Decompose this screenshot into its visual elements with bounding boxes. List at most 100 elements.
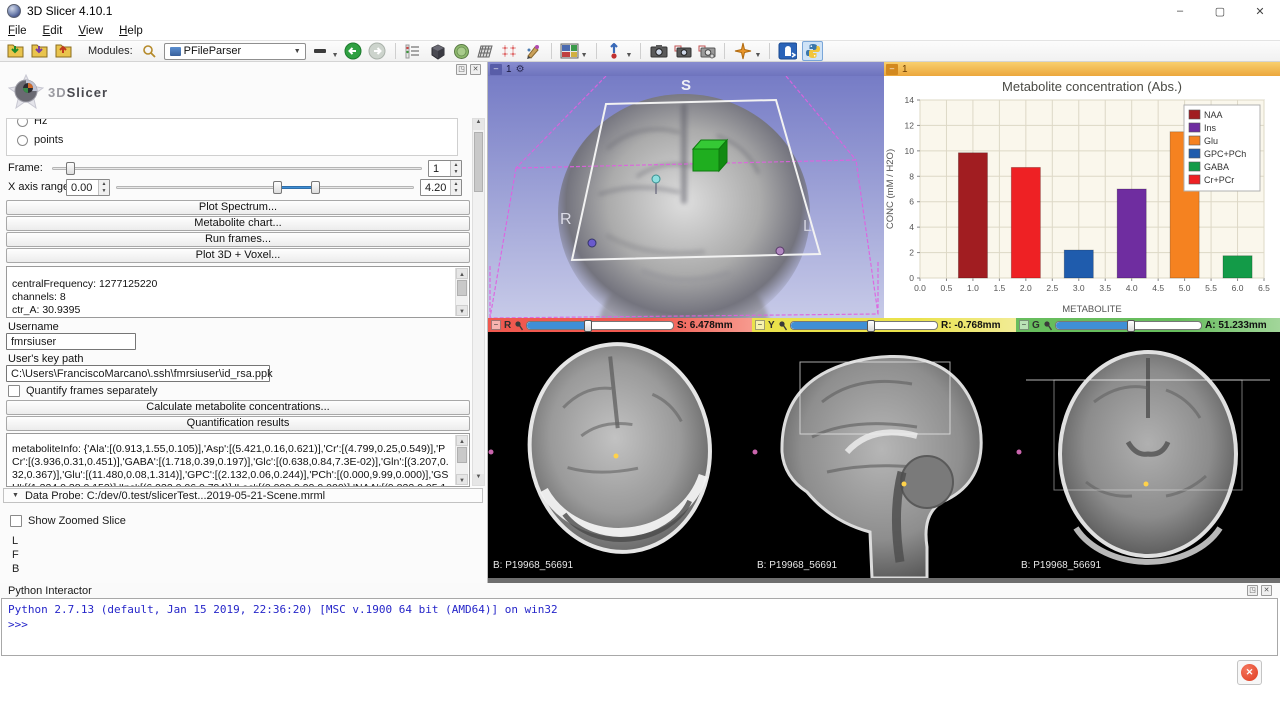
menu-edit[interactable]: Edit [43, 25, 63, 37]
spin-down-icon[interactable]: ▼ [451, 169, 461, 177]
extensions-manager-icon[interactable] [778, 42, 797, 60]
collapse-button[interactable]: ‒ [1019, 320, 1029, 330]
metabolite-info-textarea[interactable]: metaboliteInfo: {'Ala':[(0.913,1.55,0.10… [6, 433, 470, 487]
menu-help[interactable]: Help [119, 25, 143, 37]
viewers-toolbar-icon[interactable] [605, 42, 624, 60]
volumes-module-icon[interactable] [428, 42, 447, 60]
header-info-textarea[interactable]: centralFrequency: 1277125220 channels: 8… [6, 266, 470, 318]
save-icon[interactable] [54, 42, 73, 60]
minimize-button[interactable]: – [1160, 0, 1200, 22]
scroll-thumb[interactable] [474, 132, 483, 192]
quantification-results-button[interactable]: Quantification results [6, 416, 470, 431]
load-data-icon[interactable] [6, 42, 25, 60]
frame-slider[interactable] [52, 161, 422, 175]
crosshair-icon[interactable] [733, 42, 752, 60]
slice-image-axial[interactable] [488, 332, 752, 578]
frame-spinbox[interactable]: 1 ▲▼ [428, 160, 462, 177]
radio-points[interactable]: points [7, 129, 457, 148]
menu-view[interactable]: View [78, 25, 103, 37]
scroll-down-icon[interactable]: ▼ [456, 474, 468, 485]
history-back-icon[interactable] [344, 42, 363, 60]
menu-file[interactable]: File [8, 25, 27, 37]
pushpin-icon[interactable] [514, 320, 523, 331]
python-float-icon[interactable]: ◳ [1247, 585, 1258, 596]
python-interactor-label: Python Interactor [8, 585, 92, 597]
python-console[interactable]: Python 2.7.13 (default, Jan 15 2019, 22:… [1, 598, 1278, 656]
pushpin-icon[interactable] [778, 320, 787, 331]
slice-image-coronal[interactable] [1016, 332, 1280, 578]
module-search-icon[interactable] [140, 42, 159, 60]
chevron-down-icon[interactable]: ▼ [332, 52, 339, 61]
metabolite-chart-button[interactable]: Metabolite chart... [6, 216, 470, 231]
python-close-icon[interactable]: ✕ [1261, 585, 1272, 596]
module-panel-toggle-icon[interactable] [311, 42, 330, 60]
data-probe-header[interactable]: ▼ Data Probe: C:/dev/0.test/slicerTest..… [3, 488, 483, 503]
chevron-down-icon[interactable]: ▼ [581, 52, 588, 61]
chevron-down-icon[interactable]: ▼ [754, 52, 761, 61]
screenshot-icon[interactable] [649, 42, 668, 60]
slice-image-sagittal[interactable] [752, 332, 1016, 578]
main-toolbar: Modules: PFileParser ▼ ▼ [0, 40, 1280, 62]
slice-offset-slider[interactable] [790, 321, 938, 330]
x-range-slider[interactable] [116, 180, 414, 194]
show-zoomed-slice-checkbox[interactable]: Show Zoomed Slice [10, 515, 126, 527]
collapse-button[interactable]: ‒ [491, 320, 501, 330]
scroll-up-icon[interactable]: ▲ [456, 435, 468, 446]
view3d-canvas[interactable]: S R L [488, 76, 884, 318]
close-button[interactable]: ✕ [1240, 0, 1280, 22]
module-history-icon[interactable] [404, 42, 423, 60]
quantify-frames-checkbox[interactable]: Quantify frames separately [8, 385, 157, 397]
scrollbar[interactable]: ▲ ▼ [455, 268, 468, 316]
spin-down-icon[interactable]: ▼ [451, 188, 461, 196]
layout-selector-icon[interactable] [560, 42, 579, 60]
slice-offset-slider[interactable] [1055, 321, 1202, 330]
spin-down-icon[interactable]: ▼ [99, 188, 109, 196]
history-forward-icon[interactable] [368, 42, 387, 60]
scene-view-icon[interactable] [673, 42, 692, 60]
models-module-icon[interactable] [452, 42, 471, 60]
scroll-down-icon[interactable]: ▼ [456, 305, 468, 316]
scroll-thumb[interactable] [457, 280, 467, 296]
panel-float-icon[interactable]: ◳ [456, 64, 467, 75]
scrollbar[interactable]: ▲ ▼ [455, 435, 468, 485]
python-console-close-button[interactable]: ✕ [1237, 660, 1262, 685]
maximize-button[interactable]: ▢ [1200, 0, 1240, 22]
run-frames-button[interactable]: Run frames... [6, 232, 470, 247]
spin-up-icon[interactable]: ▲ [451, 180, 461, 188]
panel-scrollbar[interactable]: ▲ ▼ [472, 118, 485, 486]
slice-offset-slider[interactable] [526, 321, 674, 330]
load-dicom-icon[interactable] [30, 42, 49, 60]
spin-up-icon[interactable]: ▲ [451, 161, 461, 169]
gear-icon[interactable]: ⚙ [516, 64, 525, 75]
probe-axis-f: F [12, 549, 19, 561]
panel-close-icon[interactable]: ✕ [470, 64, 481, 75]
plot-3d-voxel-button[interactable]: Plot 3D + Voxel... [6, 248, 470, 263]
calculate-concentrations-button[interactable]: Calculate metabolite concentrations... [6, 400, 470, 415]
python-console-button[interactable] [802, 41, 823, 61]
scroll-up-icon[interactable]: ▲ [473, 119, 484, 130]
plot-spectrum-button[interactable]: Plot Spectrum... [6, 200, 470, 215]
x-max-spinbox[interactable]: 4.20 ▲▼ [420, 179, 462, 196]
scroll-down-icon[interactable]: ▼ [473, 474, 484, 485]
view3d-header[interactable]: ‒ 1 ⚙ [488, 62, 884, 76]
collapse-button[interactable]: ‒ [755, 320, 765, 330]
username-input[interactable]: fmrsiuser [6, 333, 136, 350]
keypath-input[interactable]: C:\Users\FranciscoMarcano\.ssh\fmrsiuser… [6, 365, 270, 382]
svg-text:0: 0 [909, 273, 914, 283]
scene-view-restore-icon[interactable] [697, 42, 716, 60]
pushpin-icon[interactable] [1043, 320, 1052, 331]
markups-module-icon[interactable] [500, 42, 519, 60]
scroll-thumb[interactable] [457, 447, 467, 463]
module-selector-combobox[interactable]: PFileParser ▼ [164, 43, 306, 60]
transforms-module-icon[interactable] [476, 42, 495, 60]
spin-up-icon[interactable]: ▲ [99, 180, 109, 188]
scroll-up-icon[interactable]: ▲ [456, 268, 468, 279]
view3d-pin-button[interactable]: ‒ [490, 64, 502, 75]
svg-text:5.5: 5.5 [1205, 283, 1217, 293]
chart-header[interactable]: ‒ 1 [884, 62, 1280, 76]
x-min-spinbox[interactable]: 0.00 ▲▼ [66, 179, 110, 196]
annotations-module-icon[interactable] [524, 42, 543, 60]
radio-hz[interactable]: Hz [7, 118, 457, 129]
chart-pin-button[interactable]: ‒ [886, 64, 898, 75]
chevron-down-icon[interactable]: ▼ [626, 52, 633, 61]
